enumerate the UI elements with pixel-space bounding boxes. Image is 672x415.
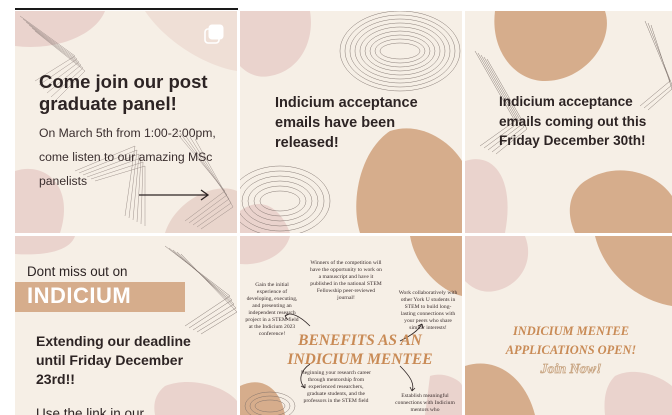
post-tile-acceptance-coming[interactable]: Indicium acceptance emails coming out th… [465,11,672,233]
post-subtitle: Extending our deadline until Friday Dece… [36,333,191,387]
arrow-right-icon [139,189,210,201]
profile-grid-tab-indicator [15,8,238,10]
post-grid: Come join our post graduate panel! On Ma… [15,11,672,415]
post-tail-text: Use the link in our [36,406,145,415]
post-tile-applications-open[interactable]: INDICIUM MENTEE APPLICATIONS OPEN! Join … [465,236,672,415]
post-heading: INDICIUM MENTEE APPLICATIONS OPEN! [505,324,637,357]
post-tile-mentee-benefits[interactable]: Winners of the competition will have the… [240,236,462,415]
post-heading: BENEFITS AS AN INDICIUM MENTEE [287,332,433,368]
benefit-note: Establish meaningful connections with In… [395,393,455,413]
brand-name: INDICIUM [27,283,132,308]
post-title: Come join our post graduate panel! [39,71,208,114]
multiple-images-icon [203,23,225,45]
join-now-label: Join Now! [540,362,602,378]
post-tile-postgraduate-panel[interactable]: Come join our post graduate panel! On Ma… [15,11,237,233]
benefit-note: Work collaboratively with other York U s… [398,290,458,331]
post-tile-deadline-extended[interactable]: Dont miss out on INDICIUM Extending our … [15,236,237,415]
post-title: Indicium acceptance emails have been rel… [275,95,418,151]
benefit-note: Gain the initial experience of developin… [245,282,299,337]
post-lead-text: Dont miss out on [27,264,128,279]
benefit-note: Beginning your research career through m… [300,370,372,404]
post-tile-acceptance-released[interactable]: Indicium acceptance emails have been rel… [240,11,462,233]
benefit-note: Winners of the competition will have the… [310,260,382,301]
post-title: Indicium acceptance emails coming out th… [499,94,647,148]
post-body: On March 5th from 1:00-2:00pm, come list… [39,126,216,188]
